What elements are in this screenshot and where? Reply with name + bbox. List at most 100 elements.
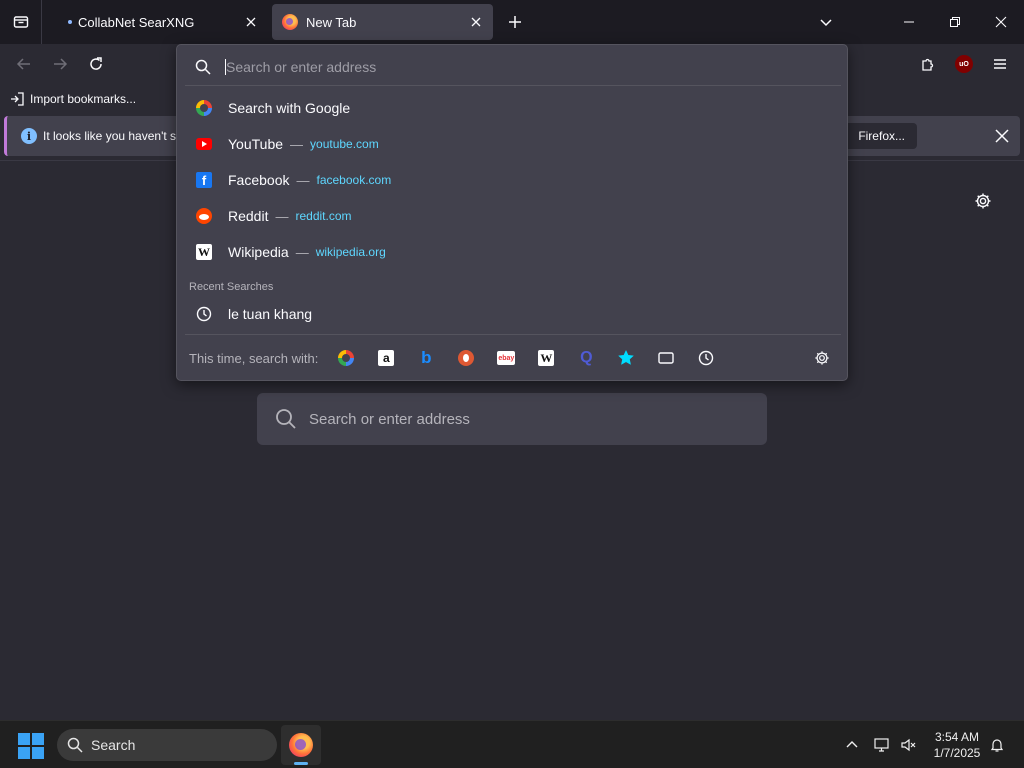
- list-all-tabs-button[interactable]: [814, 10, 838, 34]
- newtab-search-placeholder: Search or enter address: [309, 410, 470, 428]
- back-button[interactable]: [10, 50, 38, 78]
- recent-searches-header: Recent Searches: [189, 281, 274, 293]
- suggestion-url: reddit.com: [295, 209, 352, 223]
- windows-logo-icon: [18, 733, 30, 745]
- chevron-up-icon: [846, 741, 858, 748]
- notifications-button[interactable]: [986, 733, 1008, 757]
- reload-icon: [90, 57, 102, 70]
- tab-collabnet-searxng[interactable]: CollabNet SearXNG: [50, 4, 268, 40]
- suggestion-row-reddit[interactable]: Reddit — reddit.com: [185, 199, 841, 233]
- reddit-icon: [195, 207, 213, 225]
- google-icon: [338, 350, 355, 366]
- arrow-left-icon: [16, 58, 30, 70]
- minimize-icon: [904, 21, 914, 23]
- suggestion-separator: —: [290, 136, 304, 152]
- search-history-button[interactable]: [692, 344, 720, 372]
- app-menu-button[interactable]: [986, 50, 1014, 78]
- volume-muted-icon: [901, 738, 916, 752]
- tab-close-button[interactable]: [467, 13, 485, 31]
- suggestion-separator: —: [295, 244, 309, 260]
- firefox-icon: [282, 14, 298, 30]
- search-with-google-row[interactable]: Search with Google: [185, 91, 841, 125]
- info-icon: i: [21, 128, 37, 144]
- new-tab-button[interactable]: [503, 10, 527, 34]
- suggestion-url: facebook.com: [316, 173, 392, 187]
- search-icon: [67, 737, 83, 753]
- suggestion-title: Search with Google: [228, 100, 351, 116]
- network-button[interactable]: [872, 733, 894, 757]
- clock-icon: [195, 305, 213, 323]
- close-icon: [246, 17, 256, 27]
- forward-button[interactable]: [46, 50, 74, 78]
- google-icon: [195, 99, 213, 117]
- tab-label: New Tab: [306, 14, 357, 30]
- firefox-icon: [289, 733, 313, 757]
- tab-close-button[interactable]: [242, 13, 260, 31]
- history-icon: [699, 350, 714, 366]
- suggestion-row-youtube[interactable]: YouTube — youtube.com: [185, 127, 841, 161]
- chevron-down-icon: [820, 19, 832, 27]
- taskbar-search-box[interactable]: Search: [57, 729, 277, 761]
- urlbar-input[interactable]: [226, 59, 786, 75]
- show-hidden-icons-button[interactable]: [840, 733, 864, 757]
- suggestion-title: Wikipedia: [228, 244, 289, 260]
- restore-icon: [950, 17, 960, 27]
- start-button[interactable]: [18, 733, 44, 759]
- ublock-origin-button[interactable]: uO: [950, 50, 978, 78]
- urlbar-dropdown: Search with Google YouTube — youtube.com…: [176, 44, 848, 381]
- newtab-search-box[interactable]: Search or enter address: [257, 393, 767, 445]
- recent-search-row[interactable]: le tuan khang: [185, 297, 841, 331]
- suggestion-row-facebook[interactable]: f Facebook — facebook.com: [185, 163, 841, 197]
- suggestion-row-wikipedia[interactable]: W Wikipedia — wikipedia.org: [185, 235, 841, 269]
- import-bookmarks-button[interactable]: Import bookmarks...: [10, 90, 136, 108]
- import-bookmarks-label: Import bookmarks...: [30, 92, 137, 106]
- search-icon: [275, 408, 297, 430]
- hamburger-icon: [994, 59, 1006, 69]
- tabs-icon: [658, 352, 675, 364]
- system-clock[interactable]: 3:54 AM 1/7/2025: [926, 729, 988, 761]
- customize-new-tab-button[interactable]: [972, 190, 994, 212]
- minimize-button[interactable]: [886, 0, 932, 44]
- restore-button[interactable]: [932, 0, 978, 44]
- engine-perplexity-button[interactable]: Q: [572, 344, 600, 372]
- bookmarks-icon: [618, 349, 635, 365]
- engine-ebay-button[interactable]: ebay: [492, 344, 520, 372]
- volume-button[interactable]: [898, 733, 920, 757]
- one-off-search-engines: This time, search with: a b ebay W Q: [185, 341, 841, 375]
- tab-new-tab[interactable]: New Tab: [272, 4, 493, 40]
- engine-amazon-button[interactable]: a: [372, 344, 400, 372]
- engines-label: This time, search with:: [189, 350, 319, 366]
- search-tabs-button[interactable]: [652, 344, 680, 372]
- gear-icon: [815, 351, 829, 365]
- search-bookmarks-button[interactable]: [612, 344, 640, 372]
- firefox-view-button[interactable]: [0, 0, 42, 44]
- reload-button[interactable]: [82, 50, 110, 78]
- engine-bing-button[interactable]: b: [412, 344, 440, 372]
- bell-icon: [990, 739, 1004, 752]
- engine-google-button[interactable]: [332, 344, 360, 372]
- search-icon: [195, 59, 211, 75]
- suggestion-url: wikipedia.org: [315, 245, 386, 259]
- engine-duckduckgo-button[interactable]: [452, 344, 480, 372]
- firefox-view-icon: [13, 16, 28, 28]
- search-settings-button[interactable]: [811, 347, 833, 369]
- tab-label: CollabNet SearXNG: [78, 14, 195, 30]
- taskbar-firefox-button[interactable]: [281, 725, 321, 765]
- duckduckgo-icon: [458, 350, 475, 366]
- engine-wikipedia-button[interactable]: W: [532, 344, 560, 372]
- wikipedia-icon: W: [196, 244, 212, 260]
- divider: [185, 85, 841, 86]
- perplexity-icon: Q: [580, 349, 593, 366]
- puzzle-icon: [922, 58, 934, 71]
- notification-text: It looks like you haven't st: [43, 129, 180, 143]
- notification-close-button[interactable]: [993, 127, 1011, 145]
- urlbar: [185, 49, 841, 85]
- recent-search-text: le tuan khang: [228, 306, 313, 322]
- tab-strip: CollabNet SearXNG New Tab: [0, 0, 1024, 44]
- suggestion-title: YouTube: [228, 136, 284, 152]
- extensions-button[interactable]: [914, 50, 942, 78]
- ublock-icon: uO: [955, 55, 973, 73]
- window-close-button[interactable]: [978, 0, 1024, 44]
- clock-time: 3:54 AM: [934, 730, 980, 744]
- ebay-icon: ebay: [497, 351, 516, 365]
